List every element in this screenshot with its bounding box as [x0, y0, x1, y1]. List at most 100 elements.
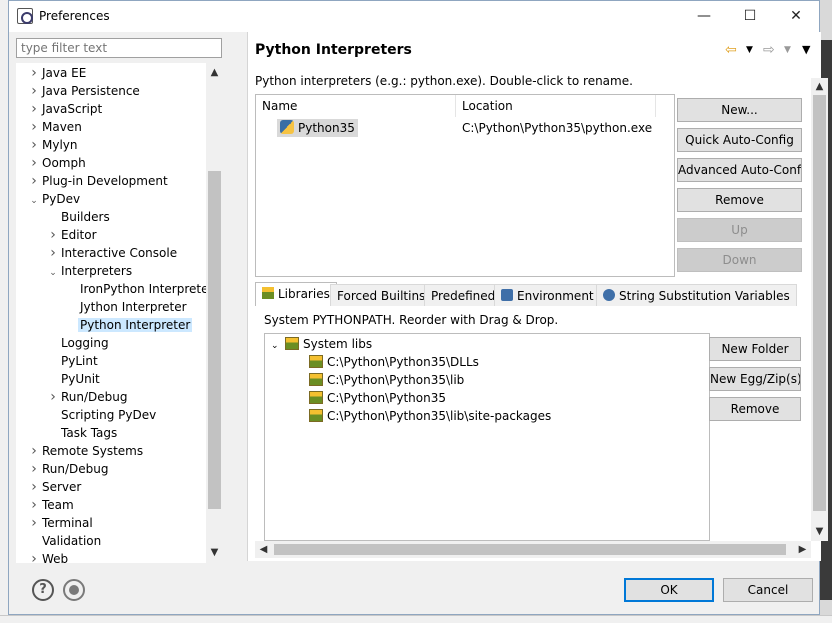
tree-item[interactable]: Scripting PyDev — [47, 406, 158, 424]
page-scroll-thumb[interactable] — [813, 95, 826, 511]
chevron-right-icon[interactable]: › — [28, 442, 40, 460]
chevron-right-icon[interactable]: › — [28, 154, 40, 172]
chevron-right-icon[interactable]: › — [47, 388, 59, 406]
tree-item[interactable]: ⌄ PyDev — [28, 190, 82, 208]
tree-item[interactable]: › Terminal — [28, 514, 95, 532]
scroll-down-arrow-icon[interactable]: ▼ — [811, 524, 828, 540]
tree-item[interactable]: Task Tags — [47, 424, 119, 442]
chevron-right-icon[interactable]: › — [47, 244, 59, 262]
chevron-right-icon[interactable]: › — [28, 100, 40, 118]
scroll-left-arrow-icon[interactable]: ◀ — [255, 542, 272, 558]
new-interpreter-button[interactable]: New... — [677, 98, 802, 122]
list-item[interactable]: C:\Python\Python35\DLLs — [309, 353, 479, 371]
tree-item[interactable]: › Remote Systems — [28, 442, 145, 460]
list-item[interactable]: C:\Python\Python35\lib\site-packages — [309, 407, 551, 425]
tree-item[interactable]: › Run/Debug — [47, 388, 130, 406]
tree-item[interactable]: › Editor — [47, 226, 99, 244]
chevron-down-icon[interactable]: ⌄ — [47, 264, 59, 282]
back-menu-chevron-icon[interactable]: ▼ — [746, 42, 753, 58]
up-button[interactable]: Up — [677, 218, 802, 242]
column-header-name[interactable]: Name — [256, 95, 456, 117]
tree-scroll-thumb[interactable] — [208, 171, 221, 509]
cancel-button[interactable]: Cancel — [723, 578, 813, 602]
maximize-button[interactable]: ☐ — [727, 1, 773, 32]
tree-item[interactable]: Logging — [47, 334, 111, 352]
libraries-tree: ⌄ System libs C:\Python\Python35\DLLs C:\… — [264, 333, 710, 541]
horizontal-scroll-thumb[interactable] — [274, 544, 786, 555]
tree-item-label: Task Tags — [61, 426, 118, 440]
tree-item-label: Validation — [42, 534, 102, 548]
tree-item[interactable]: › Team — [28, 496, 76, 514]
tree-item[interactable]: Jython Interpreter — [66, 298, 189, 316]
ok-button[interactable]: OK — [624, 578, 714, 602]
record-macro-icon[interactable] — [63, 579, 85, 601]
column-header-location[interactable]: Location — [456, 95, 656, 117]
chevron-right-icon[interactable]: › — [28, 118, 40, 136]
filter-input[interactable] — [16, 38, 222, 58]
tree-item[interactable]: › Web — [28, 550, 70, 563]
quick-auto-config-button[interactable]: Quick Auto-Config — [677, 128, 802, 152]
tree-item[interactable]: › Server — [28, 478, 83, 496]
remove-interpreter-button[interactable]: Remove — [677, 188, 802, 212]
tree-item[interactable]: Builders — [47, 208, 112, 226]
chevron-down-icon[interactable]: ⌄ — [28, 192, 40, 210]
tree-item[interactable]: › Plug-in Development — [28, 172, 170, 190]
tree-item[interactable]: › Maven — [28, 118, 84, 136]
tree-item[interactable]: › Run/Debug — [28, 460, 111, 478]
table-row[interactable]: Python35 — [277, 119, 358, 137]
tab-libraries[interactable]: Libraries — [255, 282, 337, 307]
scroll-down-arrow-icon[interactable]: ▼ — [206, 545, 223, 561]
scroll-right-arrow-icon[interactable]: ▶ — [794, 542, 811, 558]
tree-item[interactable]: PyLint — [47, 352, 100, 370]
tree-item[interactable]: › Oomph — [28, 154, 88, 172]
back-arrow-icon[interactable]: ⇦ — [725, 42, 737, 58]
tab-predefined[interactable]: Predefined — [424, 284, 503, 306]
chevron-down-icon[interactable]: ⌄ — [271, 337, 285, 355]
tree-item[interactable]: PyUnit — [47, 370, 102, 388]
help-icon[interactable]: ? — [32, 579, 54, 601]
forward-arrow-icon[interactable]: ⇨ — [763, 42, 775, 58]
chevron-right-icon[interactable]: › — [28, 82, 40, 100]
library-path-icon — [309, 409, 323, 422]
scroll-up-arrow-icon[interactable]: ▲ — [206, 65, 223, 81]
remove-library-button[interactable]: Remove — [709, 397, 801, 421]
interpreter-name: Python35 — [298, 121, 355, 135]
list-item[interactable]: C:\Python\Python35 — [309, 389, 446, 407]
list-item[interactable]: C:\Python\Python35\lib — [309, 371, 464, 389]
chevron-right-icon[interactable]: › — [47, 226, 59, 244]
close-button[interactable]: ✕ — [773, 1, 819, 32]
new-folder-button[interactable]: New Folder — [709, 337, 801, 361]
tree-item[interactable]: IronPython Interpreter — [66, 280, 215, 298]
tab-forced-builtins[interactable]: Forced Builtins — [330, 284, 433, 306]
scroll-up-arrow-icon[interactable]: ▲ — [811, 79, 828, 95]
view-menu-icon[interactable]: ▼ — [802, 42, 810, 58]
tree-item[interactable]: Python Interpreter — [66, 316, 193, 334]
tab-string-substitution-variables[interactable]: String Substitution Variables — [596, 284, 797, 306]
tree-item[interactable]: › JavaScript — [28, 100, 104, 118]
chevron-right-icon[interactable]: › — [28, 460, 40, 478]
tree-item[interactable]: Validation — [28, 532, 103, 550]
chevron-right-icon[interactable]: › — [28, 136, 40, 154]
tree-item[interactable]: › Java Persistence — [28, 82, 142, 100]
chevron-right-icon[interactable]: › — [28, 172, 40, 190]
forward-menu-chevron-icon[interactable]: ▼ — [784, 42, 791, 58]
minimize-button[interactable]: — — [681, 1, 727, 32]
list-item[interactable]: ⌄ System libs — [271, 335, 372, 353]
tree-item[interactable]: ⌄ Interpreters — [47, 262, 134, 280]
tree-item[interactable]: › Interactive Console — [47, 244, 179, 262]
library-folder-icon — [285, 337, 299, 350]
chevron-right-icon[interactable]: › — [28, 478, 40, 496]
tree-item-label: Server — [42, 480, 82, 494]
new-egg-zip-button[interactable]: New Egg/Zip(s) — [709, 367, 801, 391]
tree-item[interactable]: › Java EE — [28, 64, 88, 82]
chevron-right-icon[interactable]: › — [28, 64, 40, 82]
tab-environment[interactable]: Environment — [494, 284, 601, 306]
down-button[interactable]: Down — [677, 248, 802, 272]
chevron-right-icon[interactable]: › — [28, 514, 40, 532]
chevron-right-icon[interactable]: › — [28, 496, 40, 514]
chevron-right-icon[interactable]: › — [28, 550, 40, 563]
tree-item-label: PyUnit — [61, 372, 100, 386]
tree-item-label: Mylyn — [42, 138, 78, 152]
advanced-auto-config-button[interactable]: Advanced Auto-Config — [677, 158, 802, 182]
tree-item[interactable]: › Mylyn — [28, 136, 80, 154]
